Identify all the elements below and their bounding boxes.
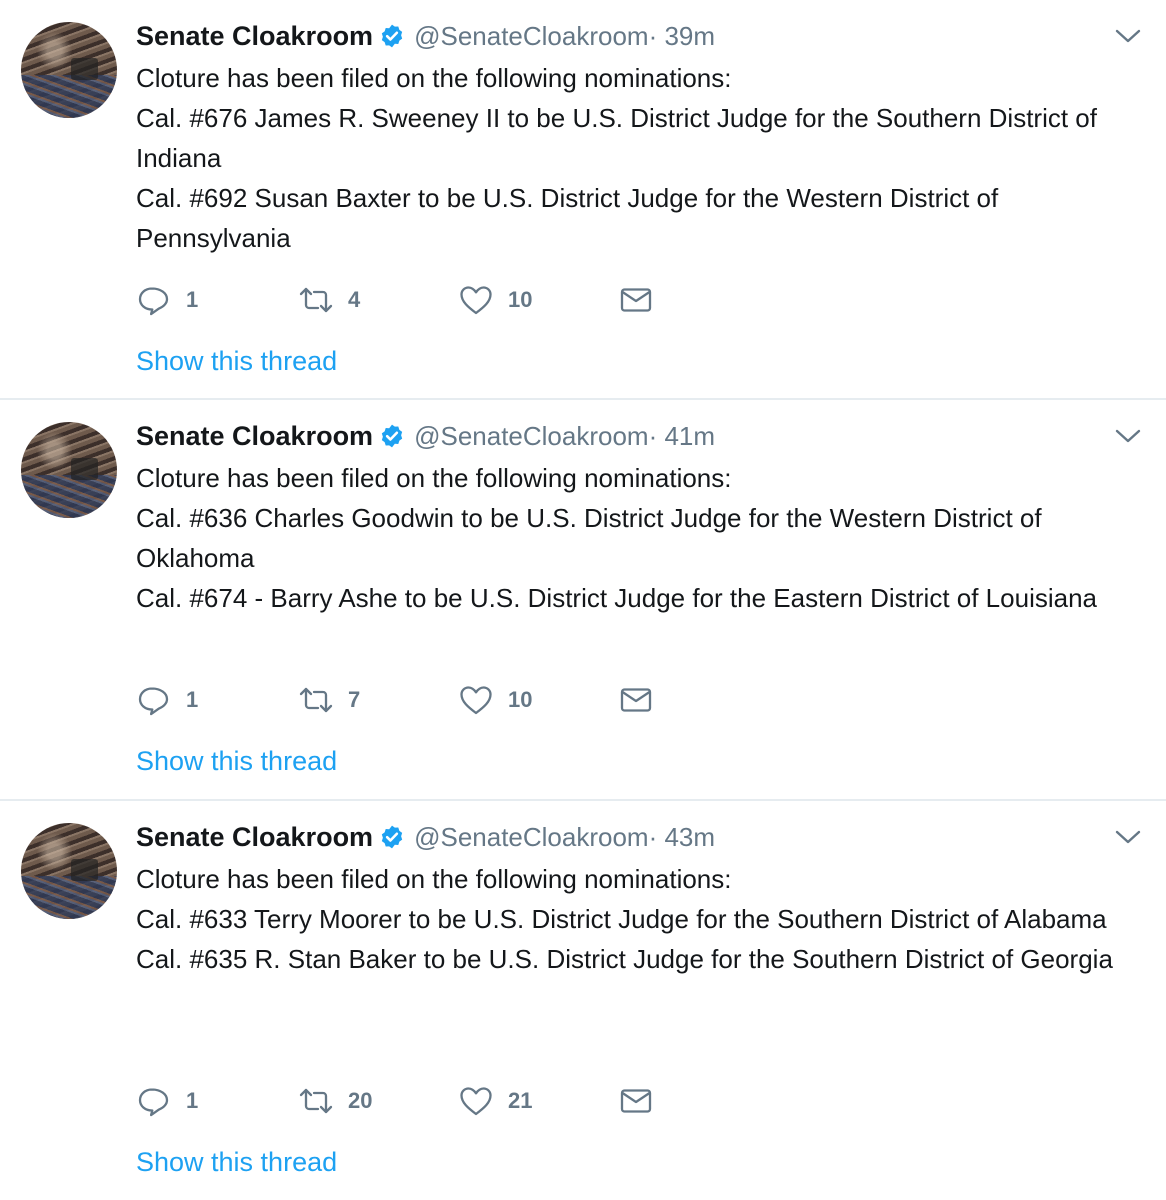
verified-badge-icon (381, 825, 403, 849)
like-button[interactable]: 10 (458, 282, 532, 318)
retweet-icon (299, 687, 333, 713)
heart-icon (460, 686, 492, 715)
retweet-count: 20 (348, 1088, 373, 1113)
verified-badge-icon (381, 424, 403, 448)
tweet-line: Cal. #636 Charles Goodwin to be U.S. Dis… (136, 503, 1042, 573)
chevron-down-icon[interactable] (1115, 827, 1141, 847)
chevron-down-icon[interactable] (1115, 426, 1141, 446)
retweet-count: 4 (348, 287, 361, 312)
reply-button[interactable]: 1 (136, 682, 198, 718)
tweet-header: Senate Cloakroom @SenateCloakroom · 41m (136, 418, 715, 454)
envelope-icon (620, 1089, 652, 1113)
tweet-line: Cloture has been filed on the following … (136, 864, 732, 894)
chevron-down-icon[interactable] (1115, 26, 1141, 46)
direct-message-button[interactable] (618, 1083, 654, 1119)
reply-count: 1 (186, 687, 199, 712)
tweet-line: Cal. #674 - Barry Ashe to be U.S. Distri… (136, 583, 1097, 613)
tweet-text: Cloture has been filed on the following … (136, 859, 1156, 979)
tweet-timestamp[interactable]: · 39m (649, 21, 715, 52)
tweet-text: Cloture has been filed on the following … (136, 458, 1156, 618)
reply-button[interactable]: 1 (136, 1083, 198, 1119)
retweet-count: 7 (348, 687, 361, 712)
retweet-button[interactable]: 20 (298, 1083, 372, 1119)
envelope-icon (620, 288, 652, 312)
like-count: 10 (508, 287, 533, 312)
author-name[interactable]: Senate Cloakroom (136, 822, 373, 853)
show-thread-link[interactable]: Show this thread (136, 1147, 337, 1178)
retweet-icon (299, 287, 333, 313)
retweet-icon (299, 1088, 333, 1114)
tweet-line: Cloture has been filed on the following … (136, 463, 732, 493)
show-thread-link[interactable]: Show this thread (136, 746, 337, 777)
tweet-header: Senate Cloakroom @SenateCloakroom · 43m (136, 819, 715, 855)
reply-count: 1 (186, 287, 199, 312)
tweet-actions: 1 20 21 (136, 1083, 696, 1119)
tweet-timestamp[interactable]: · 43m (649, 822, 715, 853)
tweet-line: Cloture has been filed on the following … (136, 63, 732, 93)
avatar[interactable] (21, 823, 117, 919)
reply-icon (138, 687, 169, 716)
tweet-timestamp[interactable]: · 41m (649, 421, 715, 452)
tweet-header: Senate Cloakroom @SenateCloakroom · 39m (136, 18, 715, 54)
like-count: 10 (508, 687, 533, 712)
heart-icon (460, 1087, 492, 1116)
author-handle[interactable]: @SenateCloakroom (414, 421, 649, 452)
direct-message-button[interactable] (618, 682, 654, 718)
retweet-button[interactable]: 7 (298, 682, 360, 718)
tweet-line: Cal. #633 Terry Moorer to be U.S. Distri… (136, 904, 1107, 934)
retweet-button[interactable]: 4 (298, 282, 360, 318)
reply-count: 1 (186, 1088, 199, 1113)
author-handle[interactable]: @SenateCloakroom (414, 822, 649, 853)
tweet-line: Cal. #635 R. Stan Baker to be U.S. Distr… (136, 944, 1113, 974)
avatar[interactable] (21, 422, 117, 518)
tweet[interactable]: Senate Cloakroom @SenateCloakroom · 39m … (0, 0, 1166, 400)
avatar[interactable] (21, 22, 117, 118)
author-name[interactable]: Senate Cloakroom (136, 21, 373, 52)
like-button[interactable]: 21 (458, 1083, 532, 1119)
tweet-actions: 1 7 10 (136, 682, 696, 718)
heart-icon (460, 286, 492, 315)
verified-badge-icon (381, 24, 403, 48)
tweet-actions: 1 4 10 (136, 282, 696, 318)
author-handle[interactable]: @SenateCloakroom (414, 21, 649, 52)
tweet-line: Cal. #676 James R. Sweeney II to be U.S.… (136, 103, 1097, 173)
tweet-line: Cal. #692 Susan Baxter to be U.S. Distri… (136, 183, 999, 253)
like-count: 21 (508, 1088, 533, 1113)
tweet[interactable]: Senate Cloakroom @SenateCloakroom · 43m … (0, 801, 1166, 1200)
reply-icon (138, 287, 169, 316)
direct-message-button[interactable] (618, 282, 654, 318)
tweet-text: Cloture has been filed on the following … (136, 58, 1156, 258)
show-thread-link[interactable]: Show this thread (136, 346, 337, 377)
reply-button[interactable]: 1 (136, 282, 198, 318)
envelope-icon (620, 688, 652, 712)
reply-icon (138, 1088, 169, 1117)
tweet[interactable]: Senate Cloakroom @SenateCloakroom · 41m … (0, 400, 1166, 801)
like-button[interactable]: 10 (458, 682, 532, 718)
author-name[interactable]: Senate Cloakroom (136, 421, 373, 452)
